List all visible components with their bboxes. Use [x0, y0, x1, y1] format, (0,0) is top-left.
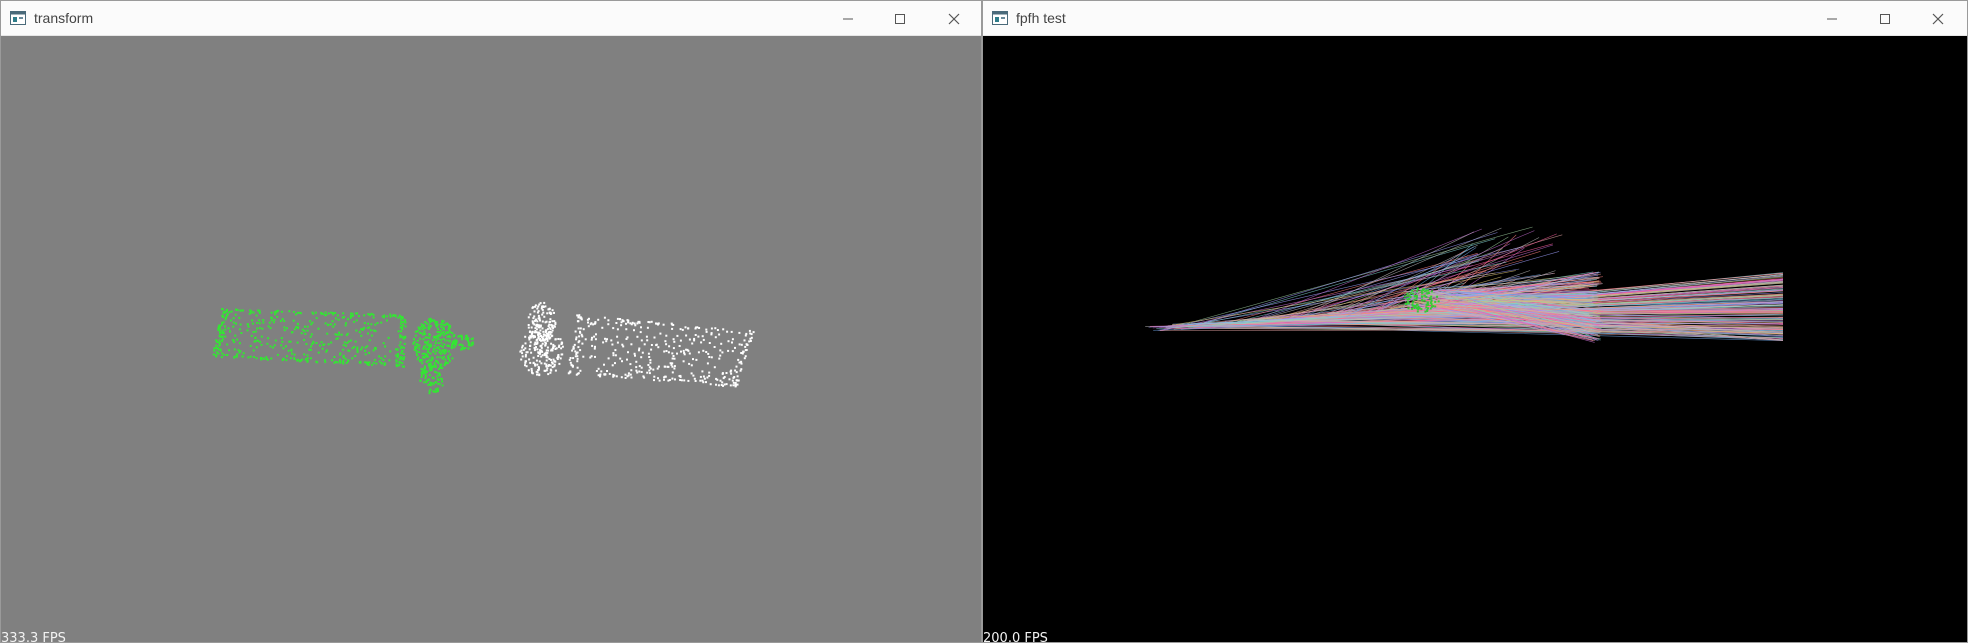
close-button[interactable] — [931, 1, 977, 36]
maximize-icon — [1880, 14, 1890, 24]
minimize-icon — [1827, 18, 1837, 20]
fps-counter: 333.3 FPS — [1, 631, 66, 643]
fps-counter: 200.0 FPS — [983, 631, 1048, 643]
correspondence-scene — [1145, 226, 1784, 343]
maximize-button[interactable] — [877, 1, 923, 36]
correspondence-viewport[interactable]: 200.0 FPS — [983, 36, 1967, 642]
correspondence-lines — [1145, 226, 1784, 343]
close-icon — [1932, 13, 1944, 25]
maximize-button[interactable] — [1862, 1, 1908, 36]
target-cloud — [567, 314, 755, 388]
source-cloud-body — [412, 317, 458, 370]
close-button[interactable] — [1915, 1, 1961, 36]
transform-title-bar[interactable]: transform — [1, 1, 981, 36]
minimize-button[interactable] — [825, 1, 871, 36]
transform-window[interactable]: transform 333.3 FPS — [0, 0, 982, 643]
maximize-icon — [895, 14, 905, 24]
source-cloud-arm — [453, 334, 474, 351]
app-window-icon — [10, 11, 26, 25]
source-cloud — [212, 308, 407, 368]
point-cloud-scene — [212, 301, 755, 395]
close-icon — [948, 13, 960, 25]
window-title: transform — [34, 10, 94, 26]
point-cloud-viewport[interactable]: 333.3 FPS — [1, 36, 981, 642]
fpfh-title-bar[interactable]: fpfh test — [983, 1, 1967, 36]
minimize-button[interactable] — [1809, 1, 1855, 36]
app-window-icon — [992, 11, 1008, 25]
fpfh-test-window[interactable]: fpfh test 200.0 FPS — [982, 0, 1968, 643]
window-title: fpfh test — [1016, 10, 1066, 26]
minimize-icon — [843, 18, 853, 20]
target-cloud-body — [519, 327, 564, 377]
